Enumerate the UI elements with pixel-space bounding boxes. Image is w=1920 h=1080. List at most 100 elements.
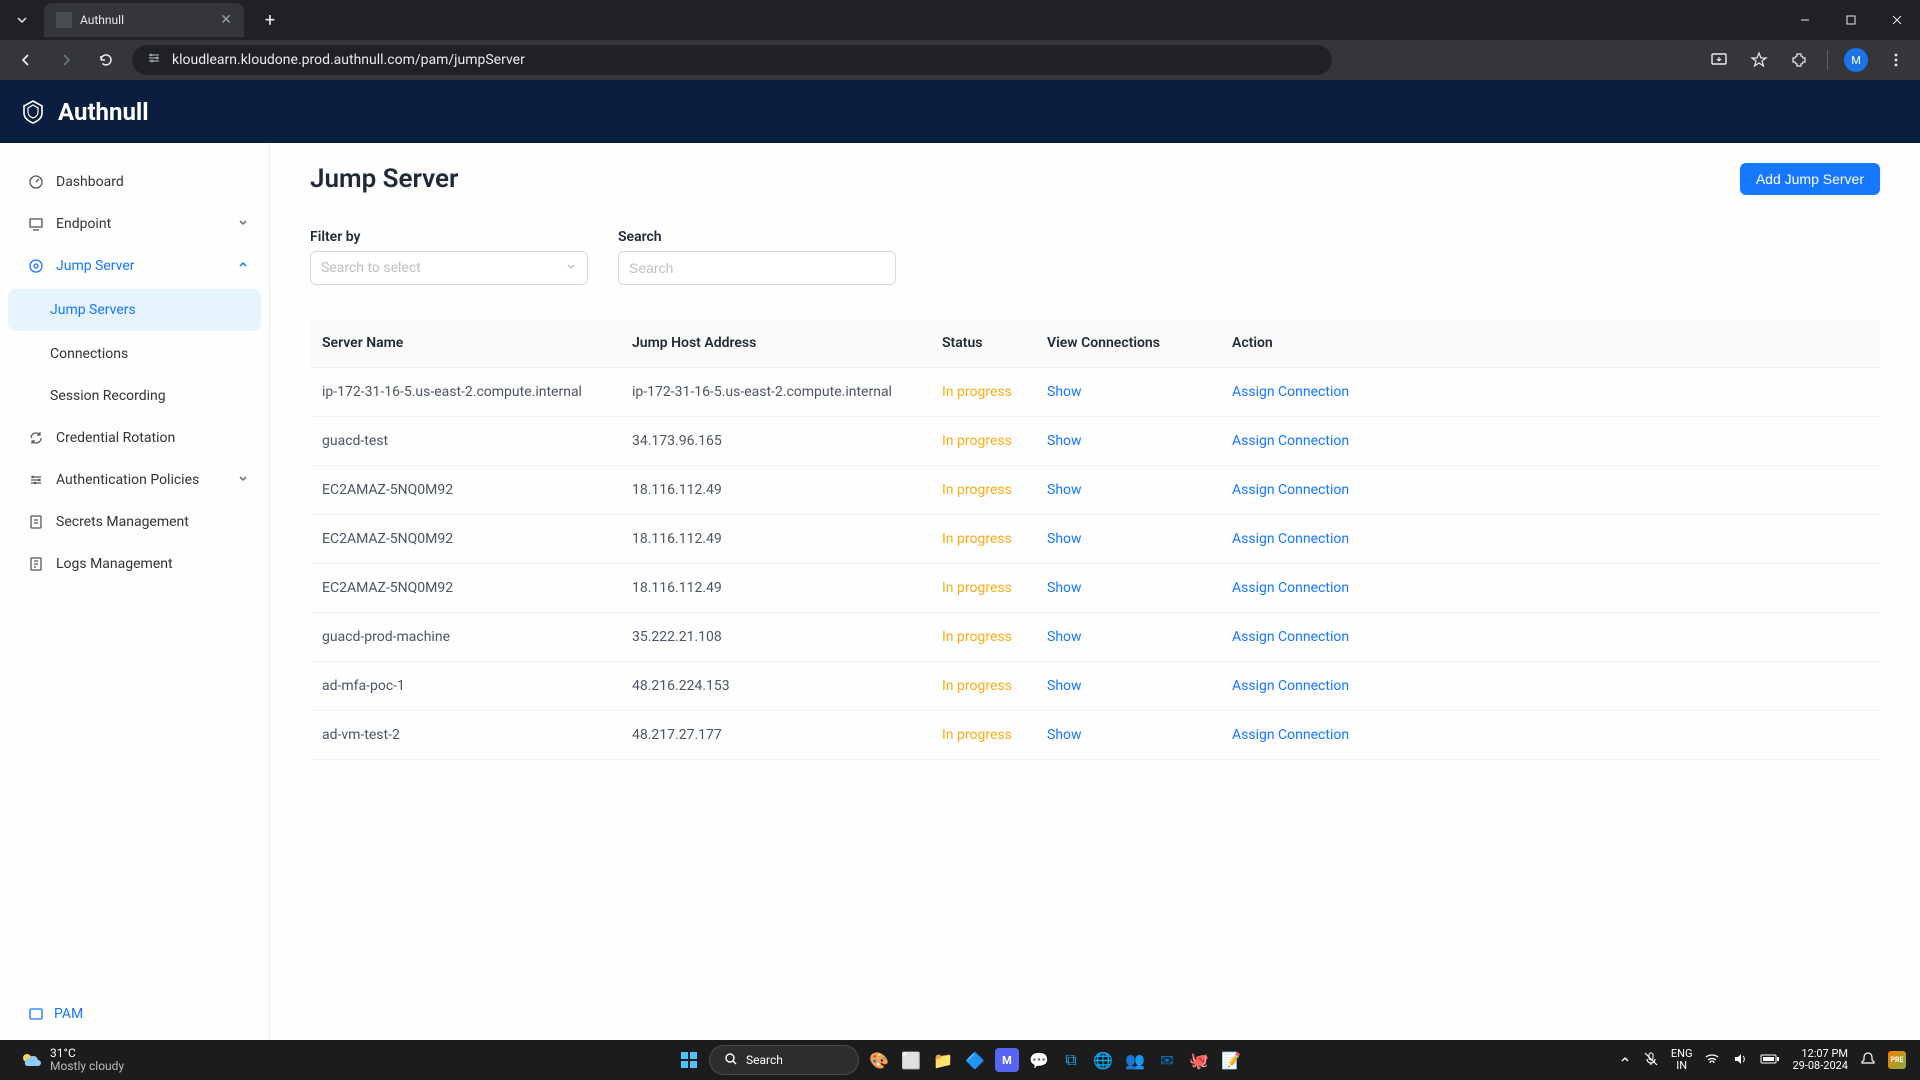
sidebar-item-logs[interactable]: Logs Management — [0, 543, 269, 585]
cell-server-name: guacd-test — [310, 417, 620, 466]
tray-clock[interactable]: 12:07 PM 29-08-2024 — [1792, 1048, 1848, 1072]
col-host-address: Jump Host Address — [620, 319, 930, 368]
search-input[interactable] — [618, 251, 896, 285]
sidebar-item-auth-policies[interactable]: Authentication Policies — [0, 459, 269, 501]
sidebar-item-dashboard[interactable]: Dashboard — [0, 161, 269, 203]
close-window-button[interactable] — [1874, 0, 1920, 40]
tray-battery-icon[interactable] — [1760, 1053, 1780, 1068]
cell-host-address: 48.217.27.177 — [620, 711, 930, 760]
tray-overflow-icon[interactable] — [1619, 1053, 1631, 1068]
cell-server-name: ad-vm-test-2 — [310, 711, 620, 760]
sidebar-subitem-connections[interactable]: Connections — [0, 333, 269, 375]
close-icon[interactable]: ✕ — [220, 12, 232, 28]
taskbar-app-explorer[interactable]: 📁 — [931, 1048, 955, 1072]
search-label: Search — [618, 229, 896, 245]
taskbar-search[interactable]: Search — [709, 1045, 859, 1075]
tray-wifi-icon[interactable] — [1704, 1051, 1720, 1070]
show-link[interactable]: Show — [1047, 384, 1082, 400]
maximize-button[interactable] — [1828, 0, 1874, 40]
search-icon — [724, 1052, 738, 1069]
secrets-icon — [28, 514, 44, 530]
new-tab-button[interactable]: + — [256, 6, 284, 34]
assign-connection-link[interactable]: Assign Connection — [1232, 678, 1349, 694]
tab-title: Authnull — [80, 13, 212, 27]
taskbar-app-vscode[interactable]: ⧉ — [1059, 1048, 1083, 1072]
pam-icon — [28, 1006, 44, 1022]
cell-status: In progress — [930, 711, 1035, 760]
site-settings-icon[interactable] — [146, 50, 162, 70]
sidebar-subitem-jump-servers[interactable]: Jump Servers — [8, 289, 261, 331]
cell-view-connections: Show — [1035, 564, 1220, 613]
sidebar-subitem-session-recording[interactable]: Session Recording — [0, 375, 269, 417]
app-logo-icon — [20, 99, 46, 125]
col-action: Action — [1220, 319, 1880, 368]
cell-view-connections: Show — [1035, 613, 1220, 662]
forward-button[interactable] — [52, 46, 80, 74]
cell-server-name: guacd-prod-machine — [310, 613, 620, 662]
show-link[interactable]: Show — [1047, 678, 1082, 694]
chevron-down-icon — [16, 14, 28, 26]
page-title: Jump Server — [310, 164, 458, 194]
browser-tab[interactable]: Authnull ✕ — [44, 3, 244, 37]
taskbar-app-copilot[interactable]: 🎨 — [867, 1048, 891, 1072]
table-row: guacd-prod-machine35.222.21.108In progre… — [310, 613, 1880, 662]
address-bar[interactable]: kloudlearn.kloudone.prod.authnull.com/pa… — [132, 45, 1332, 75]
cell-server-name: EC2AMAZ-5NQ0M92 — [310, 515, 620, 564]
taskbar-app-notepad[interactable]: 📝 — [1219, 1048, 1243, 1072]
sidebar-item-endpoint[interactable]: Endpoint — [0, 203, 269, 245]
assign-connection-link[interactable]: Assign Connection — [1232, 580, 1349, 596]
windows-taskbar: 31°C Mostly cloudy Search 🎨 ⬜ 📁 🔷 M 💬 ⧉ … — [0, 1040, 1920, 1080]
taskbar-app-chrome[interactable]: 🌐 — [1091, 1048, 1115, 1072]
tray-phonelink-icon[interactable]: PRE — [1888, 1051, 1906, 1069]
minimize-button[interactable] — [1782, 0, 1828, 40]
sidebar-footer-pam[interactable]: PAM — [0, 988, 269, 1040]
sidebar-subitem-label: Session Recording — [50, 388, 166, 404]
taskbar-app-whatsapp[interactable]: 💬 — [1027, 1048, 1051, 1072]
assign-connection-link[interactable]: Assign Connection — [1232, 531, 1349, 547]
reload-button[interactable] — [92, 46, 120, 74]
sidebar-item-credential-rotation[interactable]: Credential Rotation — [0, 417, 269, 459]
filter-select[interactable]: Search to select — [310, 251, 588, 285]
cell-action: Assign Connection — [1220, 368, 1880, 417]
sidebar-item-jump-server[interactable]: Jump Server — [0, 245, 269, 287]
taskbar-app-outlook[interactable]: ✉ — [1155, 1048, 1179, 1072]
assign-connection-link[interactable]: Assign Connection — [1232, 384, 1349, 400]
show-link[interactable]: Show — [1047, 531, 1082, 547]
tray-language[interactable]: ENG IN — [1671, 1048, 1693, 1072]
start-button[interactable] — [677, 1048, 701, 1072]
taskbar-app-m[interactable]: M — [995, 1048, 1019, 1072]
sidebar-footer-label: PAM — [54, 1006, 83, 1022]
show-link[interactable]: Show — [1047, 629, 1082, 645]
cell-host-address: 35.222.21.108 — [620, 613, 930, 662]
sidebar-item-label: Authentication Policies — [56, 472, 199, 488]
extensions-icon[interactable] — [1787, 48, 1811, 72]
tray-volume-icon[interactable] — [1732, 1051, 1748, 1070]
taskbar-app-gitkraken[interactable]: 🐙 — [1187, 1048, 1211, 1072]
add-jump-server-button[interactable]: Add Jump Server — [1740, 163, 1880, 195]
taskbar-app-teams[interactable]: 👥 — [1123, 1048, 1147, 1072]
tray-notifications-icon[interactable] — [1860, 1051, 1876, 1070]
assign-connection-link[interactable]: Assign Connection — [1232, 727, 1349, 743]
profile-avatar[interactable]: M — [1844, 48, 1868, 72]
server-icon — [28, 258, 44, 274]
cell-status: In progress — [930, 466, 1035, 515]
sidebar-item-secrets[interactable]: Secrets Management — [0, 501, 269, 543]
show-link[interactable]: Show — [1047, 482, 1082, 498]
tray-mic-muted-icon[interactable] — [1643, 1051, 1659, 1070]
cell-view-connections: Show — [1035, 515, 1220, 564]
taskbar-weather[interactable]: 31°C Mostly cloudy — [0, 1047, 124, 1073]
browser-menu-icon[interactable] — [1884, 48, 1908, 72]
show-link[interactable]: Show — [1047, 727, 1082, 743]
show-link[interactable]: Show — [1047, 433, 1082, 449]
bookmark-icon[interactable] — [1747, 48, 1771, 72]
taskbar-app-taskview[interactable]: ⬜ — [899, 1048, 923, 1072]
tab-list-dropdown[interactable] — [8, 6, 36, 34]
back-button[interactable] — [12, 46, 40, 74]
install-app-icon[interactable] — [1707, 48, 1731, 72]
assign-connection-link[interactable]: Assign Connection — [1232, 482, 1349, 498]
sidebar-item-label: Credential Rotation — [56, 430, 175, 446]
show-link[interactable]: Show — [1047, 580, 1082, 596]
taskbar-app-obsidian[interactable]: 🔷 — [963, 1048, 987, 1072]
assign-connection-link[interactable]: Assign Connection — [1232, 433, 1349, 449]
assign-connection-link[interactable]: Assign Connection — [1232, 629, 1349, 645]
